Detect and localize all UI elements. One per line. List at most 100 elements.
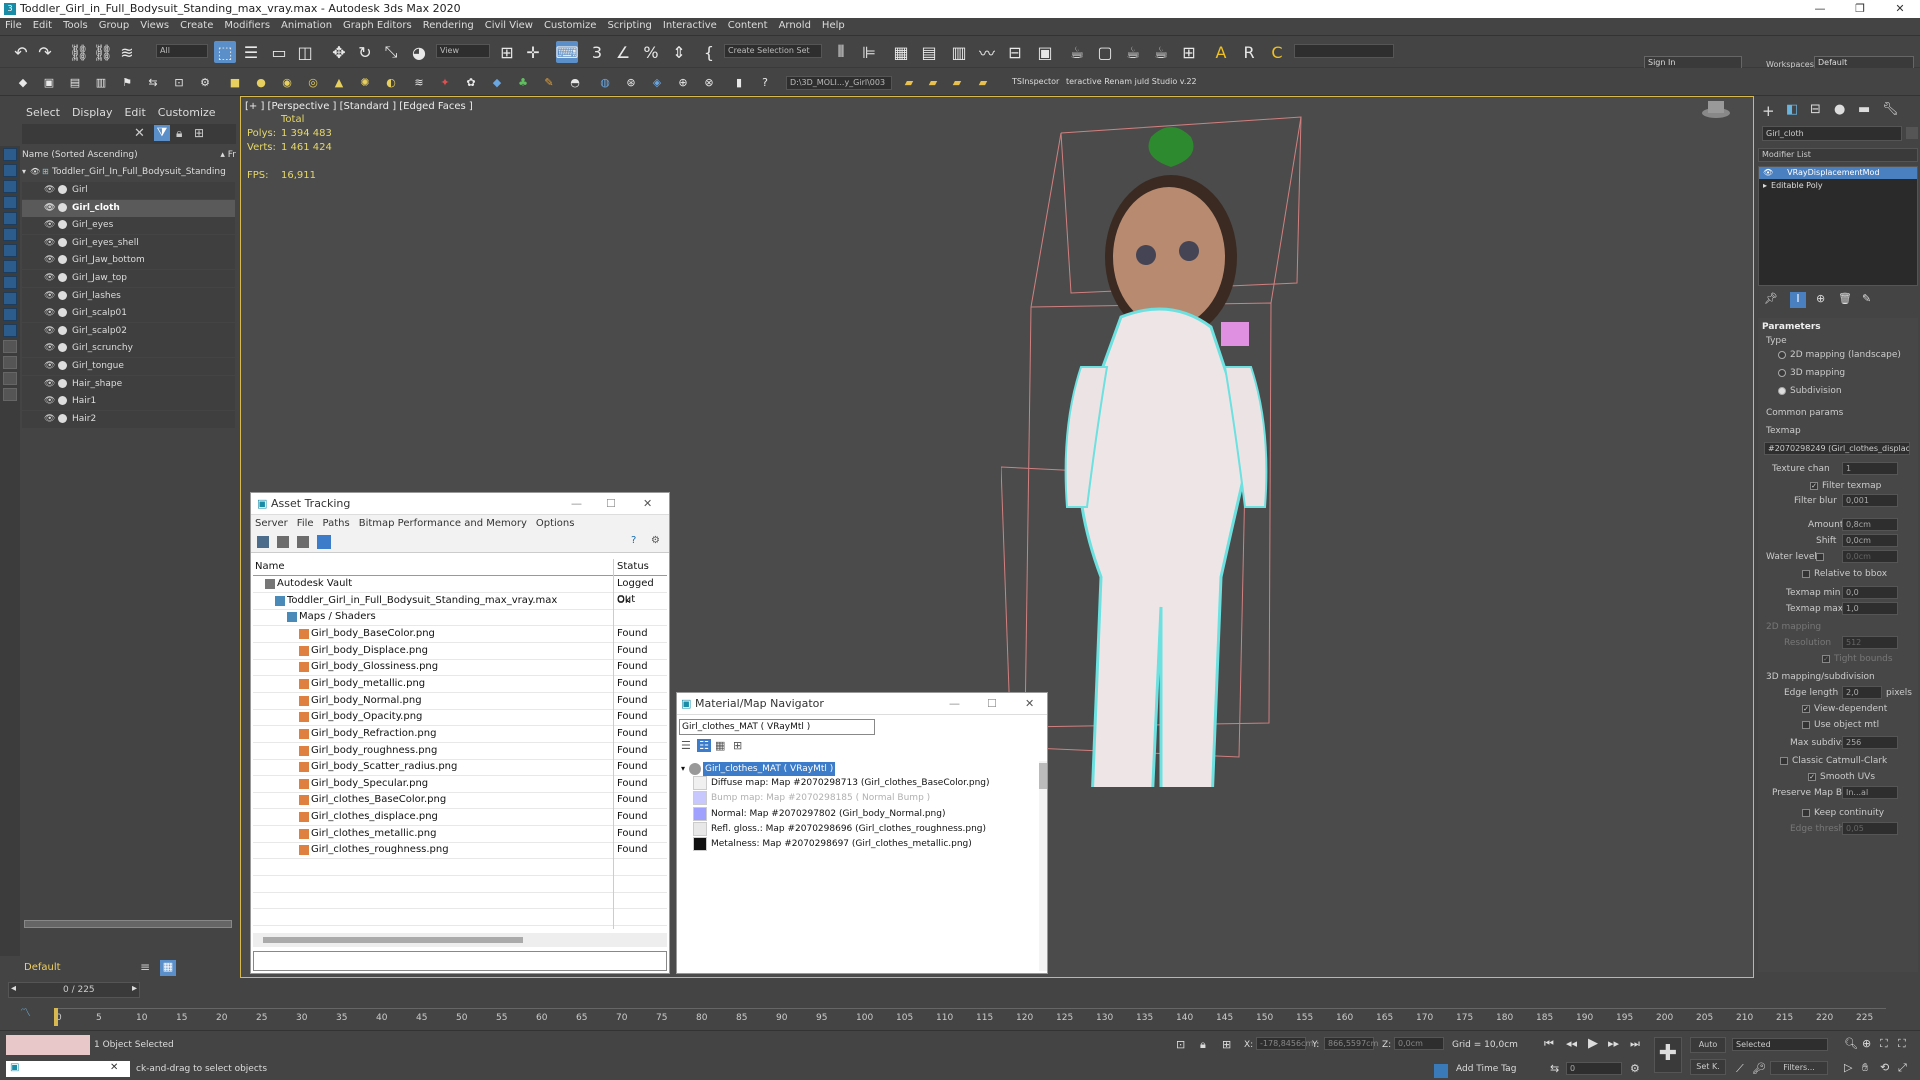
tree-collapse-icon[interactable]: ▾ xyxy=(681,761,685,777)
navigator-maximize-button[interactable]: ☐ xyxy=(987,693,997,715)
selection-filter-dropdown[interactable]: All xyxy=(156,44,208,58)
folder-icon-3[interactable]: ▰ xyxy=(948,73,966,91)
key-filter-dropdown[interactable]: Selected xyxy=(1732,1038,1828,1051)
create-cone-icon[interactable]: ▲ xyxy=(330,73,348,91)
view-list-icons-icon[interactable]: ☷ xyxy=(697,739,711,752)
asset-tracking-titlebar[interactable]: ▣ Asset Tracking — ☐ ✕ xyxy=(251,493,669,515)
maxscript-mini-listener[interactable]: ▣ ✕ xyxy=(6,1061,130,1077)
asset-row[interactable]: Girl_clothes_BaseColor.png Found xyxy=(253,792,667,810)
ribbon-icon-5[interactable]: ⚑ xyxy=(118,73,136,91)
set-key-button[interactable]: Set K. xyxy=(1690,1059,1726,1075)
time-prev-icon[interactable]: ◂ xyxy=(11,983,16,994)
close-button[interactable]: ✕ xyxy=(1880,0,1920,18)
render-toggle-icon[interactable] xyxy=(58,185,67,194)
y-coordinate-field[interactable]: 866,5597cm xyxy=(1324,1037,1378,1050)
eye-icon[interactable]: 👁︎ xyxy=(44,379,55,389)
asset-row[interactable]: Girl_clothes_metallic.png Found xyxy=(253,826,667,843)
navigator-titlebar[interactable]: ▣ Material/Map Navigator — ☐ ✕ xyxy=(677,693,1047,715)
scene-root-row[interactable]: ▾ 👁︎ ⊞ Toddler_Girl_In_Full_Bodysuit_Sta… xyxy=(22,164,235,181)
motion-tab-icon[interactable]: ● xyxy=(1834,102,1845,117)
isolate-icon[interactable]: ⊡ xyxy=(1176,1038,1185,1051)
render-toggle-icon[interactable] xyxy=(58,308,67,318)
tab-select[interactable]: Select xyxy=(20,102,66,123)
maximize-button[interactable]: ❐ xyxy=(1840,0,1880,18)
toolbar-blank-dropdown[interactable] xyxy=(1294,44,1394,58)
asset-row[interactable]: Girl_body_metallic.png Found xyxy=(253,676,667,693)
keep-continuity-checkbox[interactable] xyxy=(1802,809,1810,817)
arnold-a-icon[interactable]: A xyxy=(1210,41,1232,63)
render-toggle-icon[interactable] xyxy=(58,290,67,300)
expand-icon[interactable]: ▾ xyxy=(22,167,26,176)
use-object-mtl-checkbox[interactable] xyxy=(1802,721,1810,729)
asset-tool-icon-4[interactable] xyxy=(317,535,331,549)
help-icon[interactable]: ? xyxy=(756,73,774,91)
asset-horizontal-scrollbar[interactable] xyxy=(253,933,667,947)
scene-object-row[interactable]: 👁︎ Girl_tongue xyxy=(22,358,235,375)
asset-row[interactable]: Girl_body_Specular.png Found xyxy=(253,776,667,793)
key-mode-icon[interactable]: ⇆ xyxy=(1550,1062,1559,1075)
menu-rendering[interactable]: Rendering xyxy=(418,18,480,31)
eye-icon[interactable]: 👁︎ xyxy=(44,238,55,248)
eye-icon[interactable]: 👁︎ xyxy=(44,361,55,371)
reference-coord-dropdown[interactable]: View xyxy=(436,44,490,58)
select-manipulate-icon[interactable]: ✛ xyxy=(522,41,544,63)
time-tag-icon[interactable] xyxy=(1434,1064,1448,1078)
ribbon-icon-7[interactable]: ⊡ xyxy=(170,73,188,91)
render-toggle-icon[interactable] xyxy=(58,255,67,265)
asset-settings-icon[interactable]: ⚙ xyxy=(651,535,660,546)
interactive-renamer-button[interactable]: teractive Renam juld Studio v.22 xyxy=(1066,77,1197,86)
ribbon-icon-4[interactable]: ▥ xyxy=(92,73,110,91)
key-filters-button[interactable]: Filters... xyxy=(1770,1061,1828,1075)
show-end-result-icon[interactable]: I xyxy=(1790,292,1806,308)
modifier-list-dropdown[interactable]: Modifier List xyxy=(1758,148,1918,162)
ribbon-icon-15[interactable]: ◓ xyxy=(566,73,584,91)
pin-stack-icon[interactable]: 📌︎ xyxy=(1764,292,1778,305)
render-toggle-icon[interactable] xyxy=(58,413,67,423)
render-toggle-icon[interactable] xyxy=(58,325,67,335)
zoom-all-icon[interactable]: ⊕ xyxy=(1862,1037,1871,1050)
make-unique-icon[interactable]: ⊕ xyxy=(1816,292,1825,305)
menu-graph-editors[interactable]: Graph Editors xyxy=(338,18,418,31)
hierarchy-tab-icon[interactable]: ⊟ xyxy=(1810,102,1821,117)
selection-lock-icon[interactable]: 🔒︎ xyxy=(1200,1038,1206,1052)
menu-file[interactable]: File xyxy=(0,18,28,31)
place-icon[interactable]: ◕ xyxy=(408,41,430,63)
tab-edit[interactable]: Edit xyxy=(118,102,151,123)
modifier-editable-poly[interactable]: ▸ Editable Poly xyxy=(1759,180,1917,192)
ribbon-icon-17[interactable]: ⊛ xyxy=(622,73,640,91)
asset-tool-icon-1[interactable] xyxy=(257,536,269,548)
asset-row[interactable]: Girl_body_BaseColor.png Found xyxy=(253,626,667,643)
zoom-extents-all-icon[interactable]: ⛶ xyxy=(1898,1037,1906,1051)
asset-row[interactable]: Girl_body_Displace.png Found xyxy=(253,643,667,660)
x-coordinate-field[interactable]: -178,8456cm xyxy=(1256,1037,1313,1050)
create-tab-icon[interactable]: + xyxy=(1762,102,1775,120)
classic-catmull-checkbox[interactable] xyxy=(1780,757,1788,765)
add-time-tag[interactable]: Add Time Tag xyxy=(1456,1064,1516,1074)
eye-icon[interactable]: 👁︎ xyxy=(44,308,55,318)
filter-texmap-checkbox[interactable]: ✓ xyxy=(1810,482,1818,490)
create-torus-icon[interactable]: ◎ xyxy=(304,73,322,91)
prev-frame-icon[interactable]: ◂◂ xyxy=(1566,1037,1577,1050)
amount-spinner[interactable]: 0,8cm xyxy=(1842,518,1898,531)
redo-icon[interactable]: ↷ xyxy=(34,41,56,63)
asset-menu-server[interactable]: Server xyxy=(255,518,288,529)
navigator-minimize-button[interactable]: — xyxy=(949,693,960,715)
resolution-spinner[interactable]: 512 xyxy=(1842,636,1898,649)
asset-row[interactable]: Girl_clothes_displace.png Found xyxy=(253,809,667,827)
shift-spinner[interactable]: 0,0cm xyxy=(1842,534,1898,547)
rotate-icon[interactable]: ↻ xyxy=(354,41,376,63)
water-level-spinner[interactable]: 0,0cm xyxy=(1842,550,1898,563)
ribbon-icon-2[interactable]: ▣ xyxy=(40,73,58,91)
asset-help-icon[interactable]: ? xyxy=(631,535,636,546)
absolute-mode-icon[interactable]: ⊞ xyxy=(1222,1038,1231,1051)
scene-object-row[interactable]: 👁︎ Girl_Jaw_top xyxy=(22,270,235,287)
current-layer[interactable]: Default xyxy=(24,962,61,973)
listener-close-icon[interactable]: ✕ xyxy=(110,1062,118,1073)
menu-modifiers[interactable]: Modifiers xyxy=(219,18,276,31)
texmap-max-spinner[interactable]: 1,0 xyxy=(1842,602,1898,615)
type-2d-radio[interactable] xyxy=(1778,351,1786,359)
vray-frame-buffer-icon[interactable]: ⊞ xyxy=(1178,41,1200,63)
ribbon-icon-14[interactable]: ✎ xyxy=(540,73,558,91)
smooth-uvs-checkbox[interactable]: ✓ xyxy=(1808,773,1816,781)
menu-scripting[interactable]: Scripting xyxy=(602,18,657,31)
